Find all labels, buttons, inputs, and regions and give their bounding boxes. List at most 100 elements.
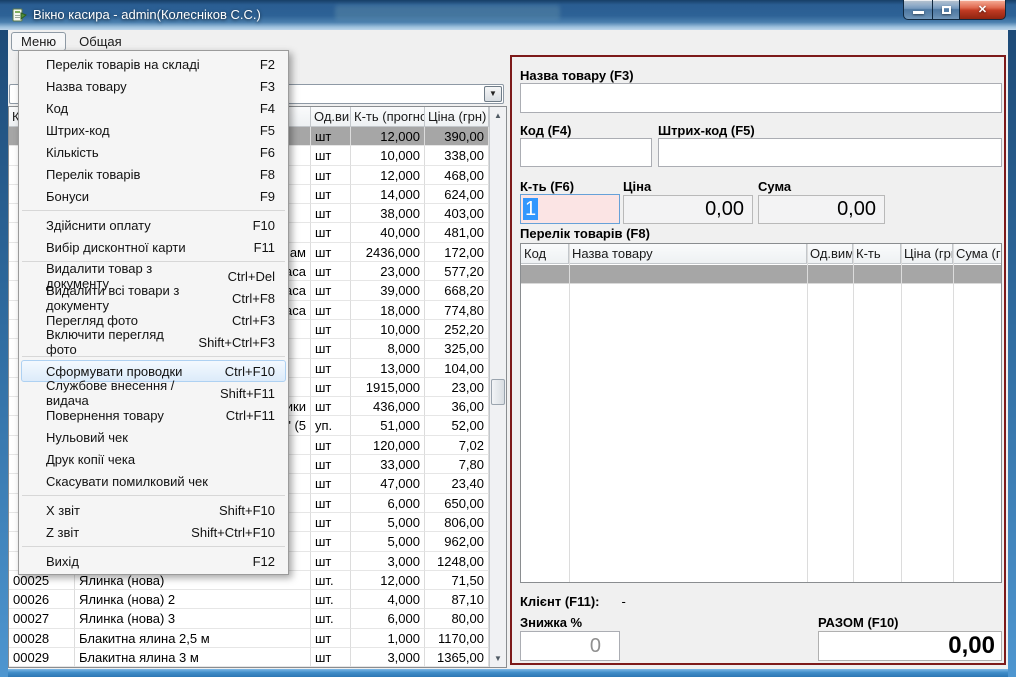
menu-item[interactable]: Службове внесення / видачаShift+F11 [21, 382, 286, 404]
menu-item[interactable]: Скасувати помилковий чек [21, 470, 286, 492]
menu-item-label: Службове внесення / видача [46, 378, 206, 408]
menu-item[interactable]: Кількість F6 [21, 141, 286, 163]
stock-cell: шт [311, 262, 351, 281]
stock-cell: 252,20 [425, 320, 489, 339]
menu-item[interactable]: Z звітShift+Ctrl+F10 [21, 521, 286, 543]
stock-cell: шт [311, 127, 351, 146]
window-border-right [1008, 30, 1016, 677]
scroll-up-icon[interactable]: ▲ [490, 107, 506, 124]
menu-item-label: Код [46, 101, 68, 116]
menu-item-label: Кількість [46, 145, 99, 160]
menu-item-label: Сформувати проводки [46, 364, 182, 379]
chevron-down-icon: ▼ [489, 90, 497, 98]
receipt-column-header[interactable]: Код [521, 244, 569, 263]
stock-cell: 436,000 [351, 397, 425, 416]
quantity-label: К-ть (F6) [520, 179, 574, 194]
menu-item[interactable]: ВихідF12 [21, 550, 286, 572]
scrollbar-thumb[interactable] [491, 379, 505, 405]
stock-cell: 3,000 [351, 552, 425, 571]
barcode-label: Штрих-код (F5) [658, 123, 755, 138]
menu-item[interactable]: Нульовий чек [21, 426, 286, 448]
stock-cell: шт [311, 629, 351, 648]
menu-item[interactable]: X звітShift+F10 [21, 499, 286, 521]
stock-cell: 7,02 [425, 436, 489, 455]
stock-column-header[interactable]: Ціна (грн) [425, 107, 489, 126]
cashier-window: Вікно касира - admin(Колесніков С.С.) ✕ … [0, 0, 1016, 677]
stock-cell: 1365,00 [425, 648, 489, 667]
close-button[interactable]: ✕ [960, 0, 1006, 20]
stock-cell: шт [311, 281, 351, 300]
menu-item[interactable]: Бонуси F9 [21, 185, 286, 207]
stock-cell: 80,00 [425, 609, 489, 628]
stock-cell: 12,000 [351, 127, 425, 146]
maximize-button[interactable] [932, 0, 960, 20]
menu-item[interactable]: Включити перегляд фотоShift+Ctrl+F3 [21, 331, 286, 353]
stock-cell: шт. [311, 590, 351, 609]
grid-line [953, 244, 954, 582]
receipt-column-header[interactable]: Ціна (грн) [901, 244, 953, 263]
menubar-item-obschaya[interactable]: Общая [69, 32, 132, 51]
menu-item-shortcut: F3 [246, 79, 275, 94]
stock-cell: 87,10 [425, 590, 489, 609]
grid-line [901, 244, 902, 582]
product-name-input[interactable] [520, 83, 1002, 113]
receipt-column-header[interactable]: Од.вим [807, 244, 853, 263]
stock-table-row[interactable]: 00029Блакитна ялина 3 мшт3,0001365,00 [9, 648, 506, 667]
scroll-down-icon[interactable]: ▼ [490, 650, 506, 667]
menu-item[interactable]: Перелік товарів на складіF2 [21, 53, 286, 75]
stock-cell: шт [311, 339, 351, 358]
code-input[interactable] [520, 138, 652, 167]
stock-table-row[interactable]: 00027Ялинка (нова) 3шт.6,00080,00 [9, 609, 506, 628]
menu-item[interactable]: Штрих-кодF5 [21, 119, 286, 141]
menu-item-label: Перелік товарів [46, 167, 140, 182]
discount-input[interactable]: 0 [520, 631, 620, 661]
stock-cell: 23,40 [425, 474, 489, 493]
minimize-button[interactable] [903, 0, 932, 20]
menu-item-shortcut: F6 [246, 145, 275, 160]
stock-table-row[interactable]: 00028Блакитна ялина 2,5 мшт1,0001170,00 [9, 629, 506, 648]
stock-table-row[interactable]: 00026Ялинка (нова) 2шт.4,00087,10 [9, 590, 506, 609]
receipt-column-header[interactable]: Сума (грн) [953, 244, 1002, 263]
quantity-input[interactable]: 1 [520, 194, 620, 224]
menu-item-shortcut: Ctrl+F8 [218, 291, 275, 306]
stock-cell: 6,000 [351, 609, 425, 628]
menu-item[interactable]: Друк копії чека [21, 448, 286, 470]
combobox-dropdown-button[interactable]: ▼ [484, 86, 502, 102]
stock-column-header[interactable]: К-ть (прогноз) [351, 107, 425, 126]
stock-cell: 668,20 [425, 281, 489, 300]
stock-cell: шт [311, 223, 351, 242]
stock-cell: 1,000 [351, 629, 425, 648]
menu-item-shortcut: Ctrl+F11 [212, 408, 275, 423]
menu-item-shortcut: Shift+Ctrl+F10 [177, 525, 275, 540]
receipt-column-header[interactable]: К-ть [853, 244, 901, 263]
stock-cell: 18,000 [351, 301, 425, 320]
menubar-item-menu[interactable]: Меню [11, 32, 66, 51]
grid-line [569, 244, 570, 582]
sale-panel: Назва товару (F3) Код (F4) Штрих-код (F5… [510, 55, 1006, 665]
stock-cell: 52,00 [425, 416, 489, 435]
stock-cell: 23,00 [425, 378, 489, 397]
total-label: РАЗОМ (F10) [818, 615, 899, 630]
stock-table-scrollbar[interactable]: ▲ ▼ [489, 107, 506, 667]
receipt-items-table: КодНазва товаруОд.вимК-тьЦіна (грн)Сума … [520, 243, 1002, 583]
menu-item-label: Перегляд фото [46, 313, 138, 328]
menu-item-label: Бонуси [46, 189, 89, 204]
barcode-input[interactable] [658, 138, 1002, 167]
menu-item[interactable]: Вибір дисконтної картиF11 [21, 236, 286, 258]
receipt-column-header[interactable]: Назва товару [569, 244, 807, 263]
titlebar[interactable]: Вікно касира - admin(Колесніков С.С.) ✕ [0, 0, 1016, 30]
menu-item[interactable]: Здійснити оплатуF10 [21, 214, 286, 236]
stock-cell: 00029 [9, 648, 75, 667]
menu-item-shortcut: F2 [246, 57, 275, 72]
stock-cell: 71,50 [425, 571, 489, 590]
menu-item[interactable]: КодF4 [21, 97, 286, 119]
menu-item[interactable]: Назва товаруF3 [21, 75, 286, 97]
menu-item[interactable]: Повернення товаруCtrl+F11 [21, 404, 286, 426]
menu-item[interactable]: Перелік товарівF8 [21, 163, 286, 185]
menu-item-shortcut: F9 [246, 189, 275, 204]
stock-cell: 390,00 [425, 127, 489, 146]
stock-cell: 481,00 [425, 223, 489, 242]
menu-item[interactable]: Видалити всі товари з документуCtrl+F8 [21, 287, 286, 309]
stock-column-header[interactable]: Од.вим [311, 107, 351, 126]
receipt-selected-row[interactable] [521, 265, 1001, 284]
